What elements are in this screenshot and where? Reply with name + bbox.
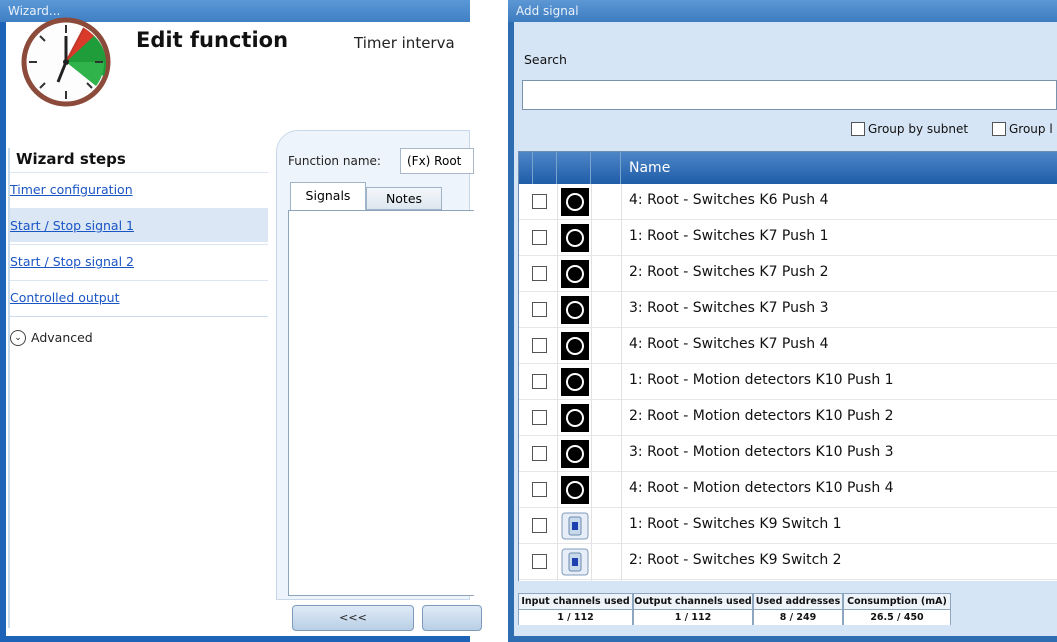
add-signal-titlebar[interactable]: Add signal [508,0,1057,22]
step-start-stop-signal-2[interactable]: Start / Stop signal 2 [10,244,268,278]
row-checkbox[interactable] [532,446,547,461]
group-other-label: Group l [1009,122,1053,136]
footer-header: Consumption (mA) [844,594,950,610]
signal-name: 1: Root - Switches K9 Switch 1 [629,516,842,532]
search-input[interactable] [522,80,1057,110]
footer-header: Input channels used [519,594,632,610]
footer-used-addresses: Used addresses 8 / 249 [753,593,843,625]
signal-name: 4: Root - Switches K7 Push 4 [629,336,829,352]
footer-header: Used addresses [754,594,842,610]
push-button-icon [560,187,590,217]
previous-button[interactable]: <<< [292,605,414,631]
row-checkbox[interactable] [532,194,547,209]
function-type-label: Timer interva [354,34,455,52]
group-other-checkbox[interactable]: Group l [992,122,1053,136]
row-checkbox[interactable] [532,482,547,497]
row-checkbox[interactable] [532,266,547,281]
search-label: Search [524,52,567,67]
row-checkbox[interactable] [532,338,547,353]
row-checkbox[interactable] [532,374,547,389]
footer-value: 8 / 249 [754,610,842,625]
footer-value: 1 / 112 [519,610,632,625]
signal-name: 3: Root - Switches K7 Push 3 [629,300,829,316]
name-column-header[interactable]: Name [629,160,670,176]
footer-input-channels: Input channels used 1 / 112 [518,593,633,625]
group-by-subnet-checkbox[interactable]: Group by subnet [851,122,968,136]
signal-name: 1: Root - Switches K7 Push 1 [629,228,829,244]
signal-name: 1: Root - Motion detectors K10 Push 1 [629,372,894,388]
footer-header: Output channels used [634,594,752,610]
push-button-icon [560,259,590,289]
footer-output-channels: Output channels used 1 / 112 [633,593,753,625]
page-title: Edit function [136,28,289,52]
timer-clock-icon [21,17,111,107]
switch-icon [560,547,590,577]
next-button[interactable] [422,605,482,631]
table-row[interactable]: 1: Root - Motion detectors K10 Push 1 [519,364,1057,400]
grid-header: Name [519,152,1057,184]
signals-list[interactable] [288,210,474,596]
row-checkbox[interactable] [532,518,547,533]
push-button-icon [560,223,590,253]
table-row[interactable]: 3: Root - Motion detectors K10 Push 3 [519,436,1057,472]
tab-signals[interactable]: Signals [290,182,366,210]
push-button-icon [560,295,590,325]
step-start-stop-signal-1[interactable]: Start / Stop signal 1 [10,208,268,242]
signal-name: 4: Root - Motion detectors K10 Push 4 [629,480,894,496]
advanced-toggle[interactable]: ⌄ Advanced [10,316,268,350]
push-button-icon [560,475,590,505]
push-button-icon [560,367,590,397]
wizard-steps-heading: Wizard steps [16,150,126,168]
row-checkbox[interactable] [532,302,547,317]
signal-name: 2: Root - Switches K7 Push 2 [629,264,829,280]
header-cell[interactable] [557,152,591,184]
switch-icon [560,511,590,541]
signal-name: 3: Root - Motion detectors K10 Push 3 [629,444,894,460]
header-cell[interactable] [519,152,533,184]
group-by-subnet-label: Group by subnet [868,122,969,136]
signals-grid: Name 4: Root - Switches K6 Push 4 1: Root… [518,151,1057,581]
push-button-icon [560,331,590,361]
row-checkbox[interactable] [532,230,547,245]
footer-consumption: Consumption (mA) 26.5 / 450 [843,593,951,625]
row-checkbox[interactable] [532,554,547,569]
signal-name: 2: Root - Switches K9 Switch 2 [629,552,842,568]
table-row[interactable]: 2: Root - Switches K9 Switch 2 [519,544,1057,580]
table-row[interactable]: 4: Root - Switches K7 Push 4 [519,328,1057,364]
function-name-label: Function name: [288,154,381,168]
advanced-label: Advanced [31,330,93,345]
step-timer-configuration[interactable]: Timer configuration [10,172,268,206]
push-button-icon [560,403,590,433]
table-row[interactable]: 4: Root - Switches K6 Push 4 [519,184,1057,220]
chevron-down-icon: ⌄ [10,329,26,346]
table-row[interactable]: 3: Root - Switches K7 Push 3 [519,292,1057,328]
push-button-icon [560,439,590,469]
table-row[interactable]: 1: Root - Switches K7 Push 1 [519,220,1057,256]
footer-value: 26.5 / 450 [844,610,950,625]
table-row[interactable]: 1: Root - Switches K9 Switch 1 [519,508,1057,544]
step-controlled-output[interactable]: Controlled output [10,280,268,314]
footer-value: 1 / 112 [634,610,752,625]
function-name-input[interactable]: (Fx) Root [400,148,474,174]
signal-name: 2: Root - Motion detectors K10 Push 2 [629,408,894,424]
table-row[interactable]: 4: Root - Motion detectors K10 Push 4 [519,472,1057,508]
signal-name: 4: Root - Switches K6 Push 4 [629,192,829,208]
row-checkbox[interactable] [532,410,547,425]
header-cell[interactable] [591,152,621,184]
tab-notes[interactable]: Notes [366,187,442,210]
checkbox-icon [992,122,1006,136]
table-row[interactable]: 2: Root - Switches K7 Push 2 [519,256,1057,292]
checkbox-icon [851,122,865,136]
table-row[interactable]: 2: Root - Motion detectors K10 Push 2 [519,400,1057,436]
header-cell[interactable] [533,152,557,184]
